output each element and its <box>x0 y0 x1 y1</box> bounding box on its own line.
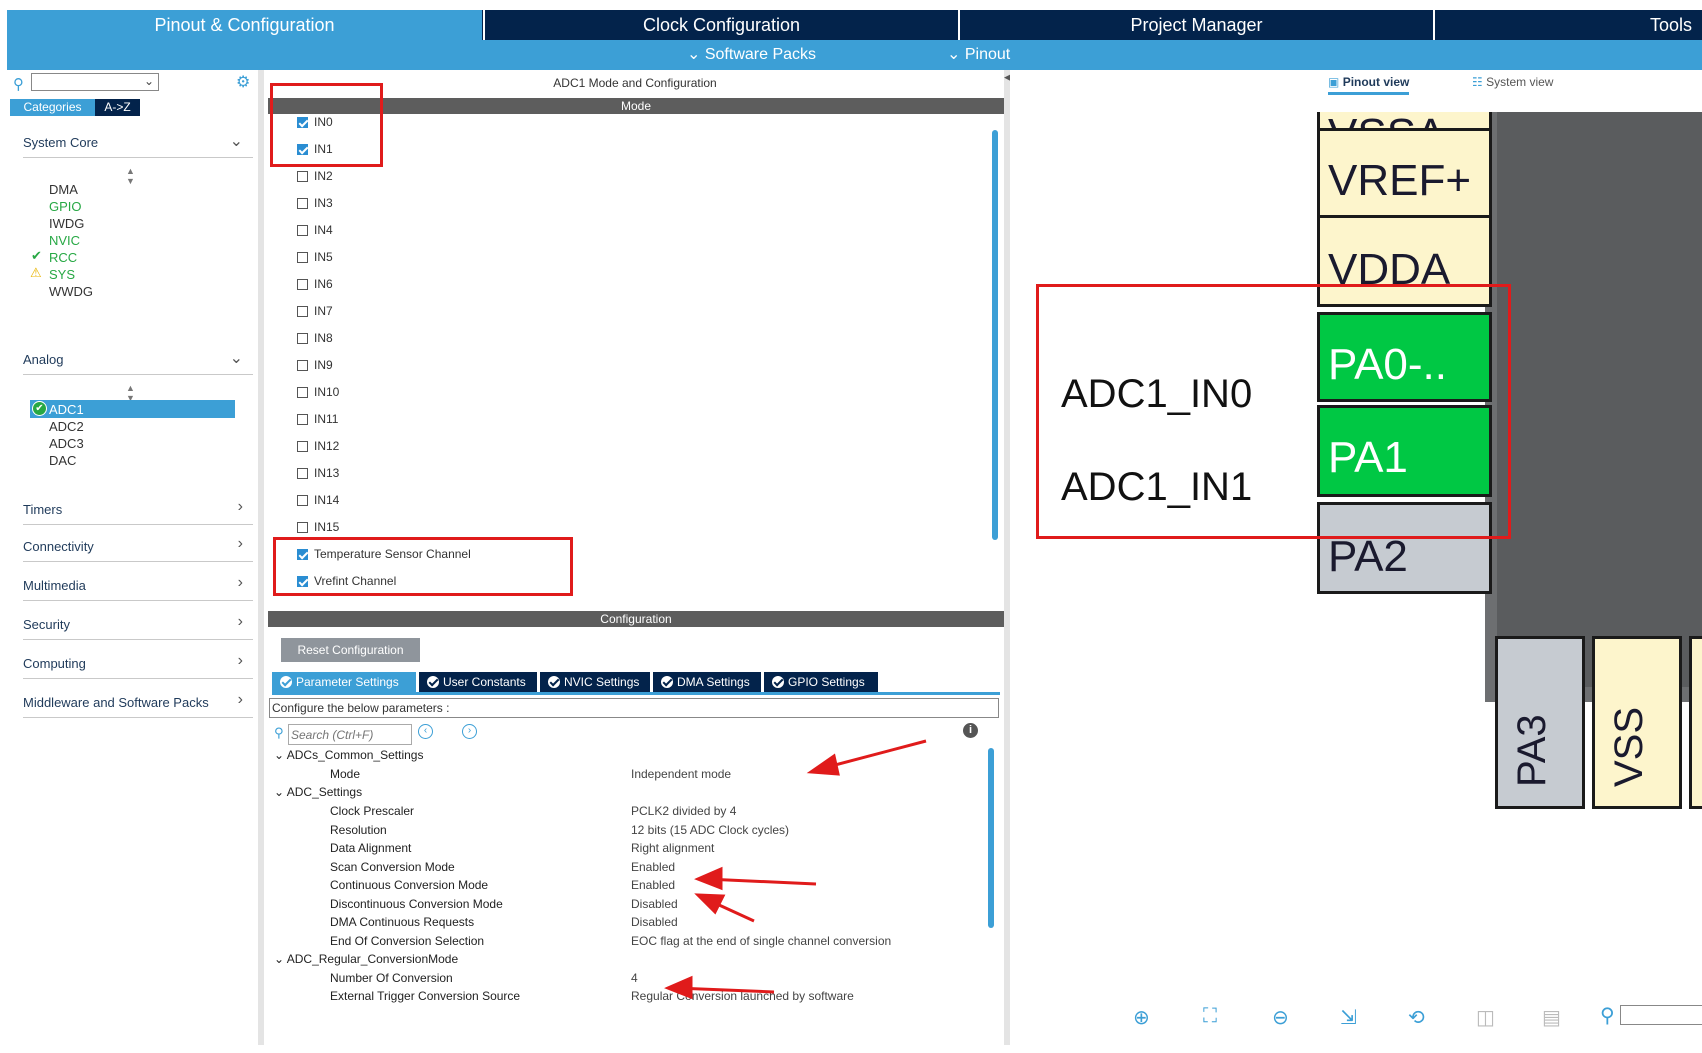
list-item-wwdg[interactable]: WWDG <box>49 284 93 299</box>
tab-project-manager[interactable]: Project Manager <box>960 10 1433 40</box>
category-label: Timers <box>23 502 63 517</box>
adc-config-panel: ADC1 Mode and Configuration Mode IN0 IN1… <box>266 70 1004 1045</box>
chevron-right-icon: › <box>237 691 243 708</box>
chip-icon: ▣ <box>1328 75 1340 89</box>
list-item-nvic[interactable]: NVIC <box>49 233 80 248</box>
category-label: Middleware and Software Packs <box>23 695 209 710</box>
chip-body <box>1485 112 1702 702</box>
pin-label: PA2 <box>1328 532 1408 581</box>
list-item-adc3[interactable]: ADC3 <box>49 436 84 451</box>
category-label: System Core <box>23 135 99 150</box>
chevron-right-icon: › <box>237 535 243 552</box>
category-label: Connectivity <box>23 539 94 554</box>
pin-next[interactable] <box>1689 636 1702 809</box>
tab-clock-configuration[interactable]: Clock Configuration <box>485 10 958 40</box>
arrow-head <box>664 975 693 1000</box>
chevron-right-icon: › <box>237 574 243 591</box>
chevron-down-icon: ⌄ <box>229 133 243 150</box>
software-packs-label: Software Packs <box>704 46 817 63</box>
search-icon[interactable]: ⚲ <box>1600 1003 1615 1028</box>
pin-vref[interactable]: VREF+ <box>1317 128 1492 218</box>
list-item-gpio[interactable]: GPIO <box>49 199 82 214</box>
check-icon: ✔ <box>31 248 42 263</box>
category-label: Security <box>23 617 70 632</box>
chevron-down-icon: ⌄ <box>143 74 154 88</box>
category-connectivity[interactable]: Connectivity › <box>23 531 253 562</box>
warning-icon: ⚠ <box>30 265 42 280</box>
grid-icon: ☷ <box>1472 75 1483 89</box>
category-system-core[interactable]: System Core ⌄ <box>23 127 253 158</box>
chip-body-inner <box>1497 112 1702 687</box>
pin-label: VREF+ <box>1328 156 1472 205</box>
split-vertical-icon[interactable]: ◫ <box>1476 1005 1495 1030</box>
pinout-search-input[interactable] <box>1620 1005 1702 1025</box>
list-item-adc1[interactable]: ✔ ADC1 <box>30 400 235 418</box>
chevron-down-icon: ⌄ <box>947 46 961 63</box>
tab-label: Pinout view <box>1342 75 1410 89</box>
pinout-menu[interactable]: ⌄ Pinout <box>947 40 1010 70</box>
tab-system-view[interactable]: ☷ System view <box>1472 75 1553 89</box>
tab-label: System view <box>1486 75 1554 89</box>
category-security[interactable]: Security › <box>23 609 253 640</box>
pin-pa3[interactable]: PA3 <box>1495 636 1585 809</box>
split-horizontal-icon[interactable]: ▤ <box>1542 1005 1561 1030</box>
list-item-sys[interactable]: SYS <box>49 267 75 282</box>
tab-tools[interactable]: Tools <box>1435 10 1702 40</box>
chevron-right-icon: › <box>237 498 243 515</box>
export-icon[interactable]: ⇲ <box>1340 1005 1357 1030</box>
category-label: Multimedia <box>23 578 86 593</box>
tab-a-to-z[interactable]: A->Z <box>95 99 140 116</box>
sort-icon[interactable]: ▲ ▼ <box>126 166 135 186</box>
category-label: Computing <box>23 656 86 671</box>
annotation-arrows <box>664 739 927 1000</box>
arrow-head <box>694 866 723 891</box>
pin-label: PA3 <box>1510 714 1554 787</box>
gear-icon[interactable]: ⚙ <box>236 72 250 92</box>
annotation-box-adc-pins <box>1036 284 1511 539</box>
zoom-out-icon[interactable]: ⊖ <box>1272 1005 1289 1030</box>
arrow-head <box>694 893 726 915</box>
pin-vss[interactable]: VSS <box>1592 636 1682 809</box>
list-item-rcc[interactable]: RCC <box>49 250 77 265</box>
tab-pinout-view[interactable]: ▣ Pinout view <box>1328 75 1410 95</box>
software-packs-menu[interactable]: ⌄ Software Packs <box>687 40 816 70</box>
category-computing[interactable]: Computing › <box>23 648 253 679</box>
pinout-menu-label: Pinout <box>964 46 1011 63</box>
fit-screen-icon[interactable]: ⛶ <box>1203 1005 1217 1028</box>
chevron-right-icon: › <box>237 613 243 630</box>
chevron-down-icon: ⌄ <box>229 350 243 367</box>
category-middleware[interactable]: Middleware and Software Packs › <box>23 687 253 718</box>
pinout-view-panel: ▣ Pinout view ☷ System view VSSA VREF+ V… <box>1010 70 1702 1045</box>
chevron-right-icon: › <box>237 652 243 669</box>
list-item-dma[interactable]: DMA <box>49 182 78 197</box>
arrow-head <box>806 753 840 776</box>
list-item-adc2[interactable]: ADC2 <box>49 419 84 434</box>
category-search-input[interactable]: ⌄ <box>31 73 159 91</box>
pin-label: VSS <box>1607 706 1651 787</box>
category-multimedia[interactable]: Multimedia › <box>23 570 253 601</box>
search-icon[interactable]: ⚲ <box>13 75 24 93</box>
categories-panel: ⚲ ⌄ ⚙ Categories A->Z System Core ⌄ ▲ ▼ D… <box>7 70 264 1045</box>
sub-menu-bar: ⌄ Software Packs ⌄ Pinout <box>7 40 1702 70</box>
check-circle-icon: ✔ <box>32 401 47 416</box>
chevron-down-icon: ⌄ <box>687 46 701 63</box>
category-label: Analog <box>23 352 64 367</box>
zoom-in-icon[interactable]: ⊕ <box>1133 1005 1150 1030</box>
category-timers[interactable]: Timers › <box>23 494 253 525</box>
list-item-iwdg[interactable]: IWDG <box>49 216 84 231</box>
list-item-label: ADC1 <box>49 402 84 417</box>
tab-pinout-configuration[interactable]: Pinout & Configuration <box>7 10 482 40</box>
tab-categories[interactable]: Categories <box>10 99 95 116</box>
category-analog[interactable]: Analog ⌄ <box>23 344 253 375</box>
rotate-icon[interactable]: ⟲ <box>1408 1005 1425 1030</box>
list-item-dac[interactable]: DAC <box>49 453 76 468</box>
top-tab-bar: Pinout & Configuration Clock Configurati… <box>7 10 1702 40</box>
